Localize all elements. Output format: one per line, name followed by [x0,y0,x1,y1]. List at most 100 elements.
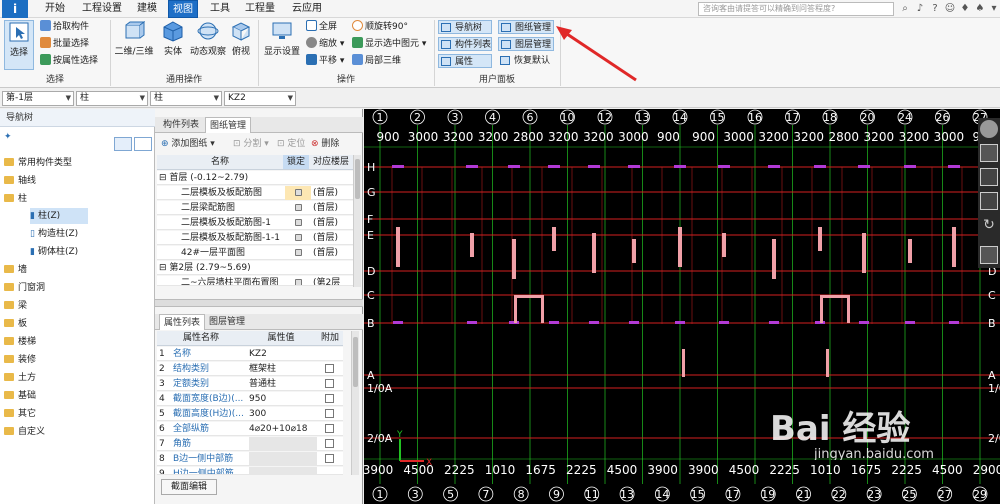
drawing-row[interactable]: 二层模板及板配筋图-1 (首层) [157,216,353,230]
drawing-row[interactable]: 42#一层平面图 (首层) [157,246,353,260]
app-logo[interactable]: i [2,0,28,18]
restore-default-button[interactable]: 恢复默认 [498,54,554,68]
display-settings-button[interactable]: 显示设置 [262,20,302,57]
lock-icon[interactable] [294,279,302,285]
nav-item-slab[interactable]: 板 [4,316,27,332]
lock-icon[interactable] [294,234,302,241]
tab-start[interactable]: 开始 [40,0,70,18]
property-row[interactable]: 7 角筋 [157,437,343,451]
tab-property-list[interactable]: 属性列表 [159,314,206,330]
nav-item-axis[interactable]: 轴线 [4,173,36,189]
drawing-mgmt-toggle[interactable]: 图纸管理 [498,20,554,34]
col-header-lock[interactable]: 锁定 [283,155,309,170]
section-edit-button[interactable]: 截面编辑 [161,479,217,495]
sparkle-icon[interactable]: ✦ [4,129,18,145]
properties-toggle[interactable]: 属性 [438,54,492,68]
tab-quantity[interactable]: 工程量 [242,0,278,18]
property-row[interactable]: 4 截面宽度(B边)(... 950 [157,392,343,406]
col-header-floor[interactable]: 对应楼层 [309,155,353,170]
batch-select-button[interactable]: 批量选择 [40,37,89,51]
extra-checkbox[interactable] [325,364,334,373]
property-row[interactable]: 2 结构类别 框架柱 [157,362,343,376]
nav-item-stairs[interactable]: 楼梯 [4,334,36,350]
lock-icon[interactable] [294,219,302,226]
dynamic-view-button[interactable]: 动态观察 [188,20,228,57]
property-row[interactable]: 1 名称 KZ2 [157,347,343,361]
drawing-row[interactable]: 二~六层墙柱平面布置图 (第2层 [157,276,353,286]
extra-checkbox[interactable] [325,424,334,433]
drawing-row[interactable]: 二层模板及板配筋图-1-1 (首层) [157,231,353,245]
help-icon[interactable]: ? [929,3,941,15]
show-selected-button[interactable]: 显示选中图元 ▾ [352,37,426,51]
solid-button[interactable]: 实体 [158,20,188,57]
property-scrollbar[interactable] [351,331,359,475]
layout-icon[interactable] [980,246,998,264]
add-drawing-button[interactable]: ⊕ 添加图纸 ▾ [161,137,215,151]
layer-mgmt-toggle[interactable]: 图层管理 [498,37,554,51]
lock-icon[interactable] [294,204,302,211]
tab-layer-mgmt[interactable]: 图层管理 [205,314,249,330]
nav-item-earthwork[interactable]: 土方 [4,370,36,386]
drawing-row[interactable]: 二层模板及板配筋图 (首层) [157,186,353,200]
type-select[interactable]: 柱 ▼ [150,91,222,106]
member-list-toggle[interactable]: 构件列表 [438,37,492,51]
box-view-icon[interactable] [980,168,998,186]
attr-select-button[interactable]: 按属性选择 [40,54,98,68]
nav-item-common-types[interactable]: 常用构件类型 [4,155,72,171]
view-2d3d-button[interactable]: 二维/三维 [114,20,154,57]
tab-member-list[interactable]: 构件列表 [159,117,203,133]
list-view-icon[interactable] [114,137,132,151]
select-button[interactable]: 选择 [4,20,34,70]
zoom-button[interactable]: 缩放 ▾ [306,37,344,51]
nav-item-column[interactable]: 柱 [4,191,27,207]
extra-checkbox[interactable] [325,439,334,448]
tab-project-settings[interactable]: 工程设置 [80,0,124,18]
col-header-name[interactable]: 名称 [157,155,283,170]
tab-view[interactable]: 视图 [168,0,198,18]
tab-tools[interactable]: 工具 [205,0,235,18]
drawing-group-row[interactable]: ⊟ 首层 (-0.12~2.79) [157,171,353,185]
category-select[interactable]: 柱 ▼ [76,91,148,106]
nav-item-door-window[interactable]: 门窗洞 [4,280,45,296]
extra-checkbox[interactable] [325,379,334,388]
tab-modeling[interactable]: 建模 [132,0,162,18]
local-3d-button[interactable]: 局部三维 [352,54,401,68]
grid-view-icon[interactable] [134,137,152,151]
search-icon[interactable]: ⌕ [899,3,911,15]
pan-button[interactable]: 平移 ▾ [306,54,344,68]
drawing-group-row[interactable]: ⊟ 第2层 (2.79~5.69) [157,261,353,275]
floor-select[interactable]: 第-1层 ▼ [2,91,74,106]
lock-icon[interactable] [294,189,302,196]
extra-checkbox[interactable] [325,409,334,418]
property-row[interactable]: 8 B边一侧中部筋 [157,452,343,466]
rotate-view-icon[interactable]: ↻ [980,216,998,234]
tab-cloud[interactable]: 云应用 [288,0,326,18]
scroll-thumb[interactable] [353,337,358,387]
split-button[interactable]: ⊡ 分割 ▾ [233,137,269,151]
nav-item-custom[interactable]: 自定义 [4,424,45,440]
property-row[interactable]: 5 截面高度(H边)(... 300 [157,407,343,421]
skin-icon[interactable]: ♦ [959,3,971,15]
cube-view-icon[interactable] [980,144,998,162]
panel-splitter[interactable] [155,299,363,307]
member-select[interactable]: KZ2 ▼ [224,91,296,106]
property-row[interactable]: 3 定额类别 普通柱 [157,377,343,391]
bell-icon[interactable]: ♪ [914,3,926,15]
pick-member-button[interactable]: 拾取构件 [40,20,89,34]
property-row[interactable]: 9 H边一侧中部筋 [157,467,343,475]
menu-arrow-icon[interactable]: ▾ [988,3,1000,15]
fullscreen-button[interactable]: 全屏 [306,20,337,34]
lock-icon[interactable] [294,249,302,256]
tab-drawing-mgmt[interactable]: 图纸管理 [205,117,252,133]
locate-button[interactable]: ⊡ 定位 [277,137,305,151]
smile-icon[interactable]: ☺ [944,3,956,15]
rotate-cw-button[interactable]: 顺旋转90° [352,20,408,34]
drawing-scrollbar[interactable] [353,155,361,287]
nav-item-decoration[interactable]: 装修 [4,352,36,368]
nav-item-beam[interactable]: 梁 [4,298,27,314]
help-search-input[interactable]: 咨询客由请提答可以精确到问答程度? [698,2,894,16]
plan-view-button[interactable]: 俯视 [228,20,254,57]
shirt-icon[interactable]: ♠ [974,3,986,15]
property-row[interactable]: 6 全部纵筋 4⌀20+10⌀18 [157,422,343,436]
extra-checkbox[interactable] [325,454,334,463]
